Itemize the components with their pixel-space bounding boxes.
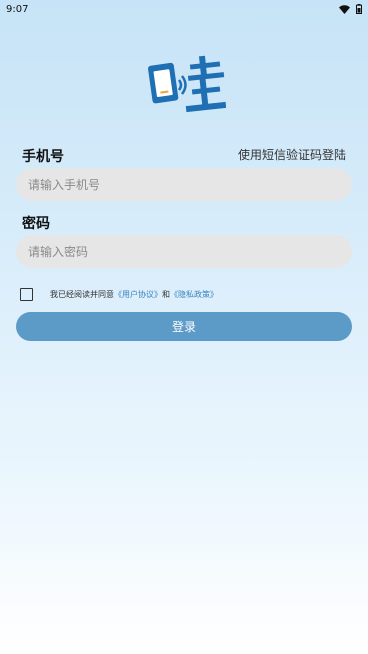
password-input[interactable] [16,235,352,268]
agreement-prefix: 我已经阅读并同意 [50,290,114,299]
password-label: 密码 [22,216,50,232]
phone-label: 手机号 [22,149,64,165]
agreement-checkbox[interactable] [20,288,33,301]
user-agreement-link[interactable]: 《用户协议》 [114,289,162,300]
phone-input[interactable] [16,168,352,201]
agreement-conjunction: 和 [162,290,170,299]
battery-icon [356,4,362,14]
privacy-policy-link[interactable]: 《隐私政策》 [170,289,218,300]
app-logo [148,54,227,116]
sms-login-link[interactable]: 使用短信验证码登陆 [238,146,346,163]
status-icons [339,4,362,14]
app-logo-wa-icon [148,55,227,113]
status-bar: 9:07 [0,0,368,18]
wifi-icon [339,4,350,14]
login-button[interactable]: 登录 [16,312,352,341]
status-time: 9:07 [6,3,29,15]
agreement-row: 我已经阅读并同意 《用户协议》 和 《隐私政策》 [20,288,218,301]
